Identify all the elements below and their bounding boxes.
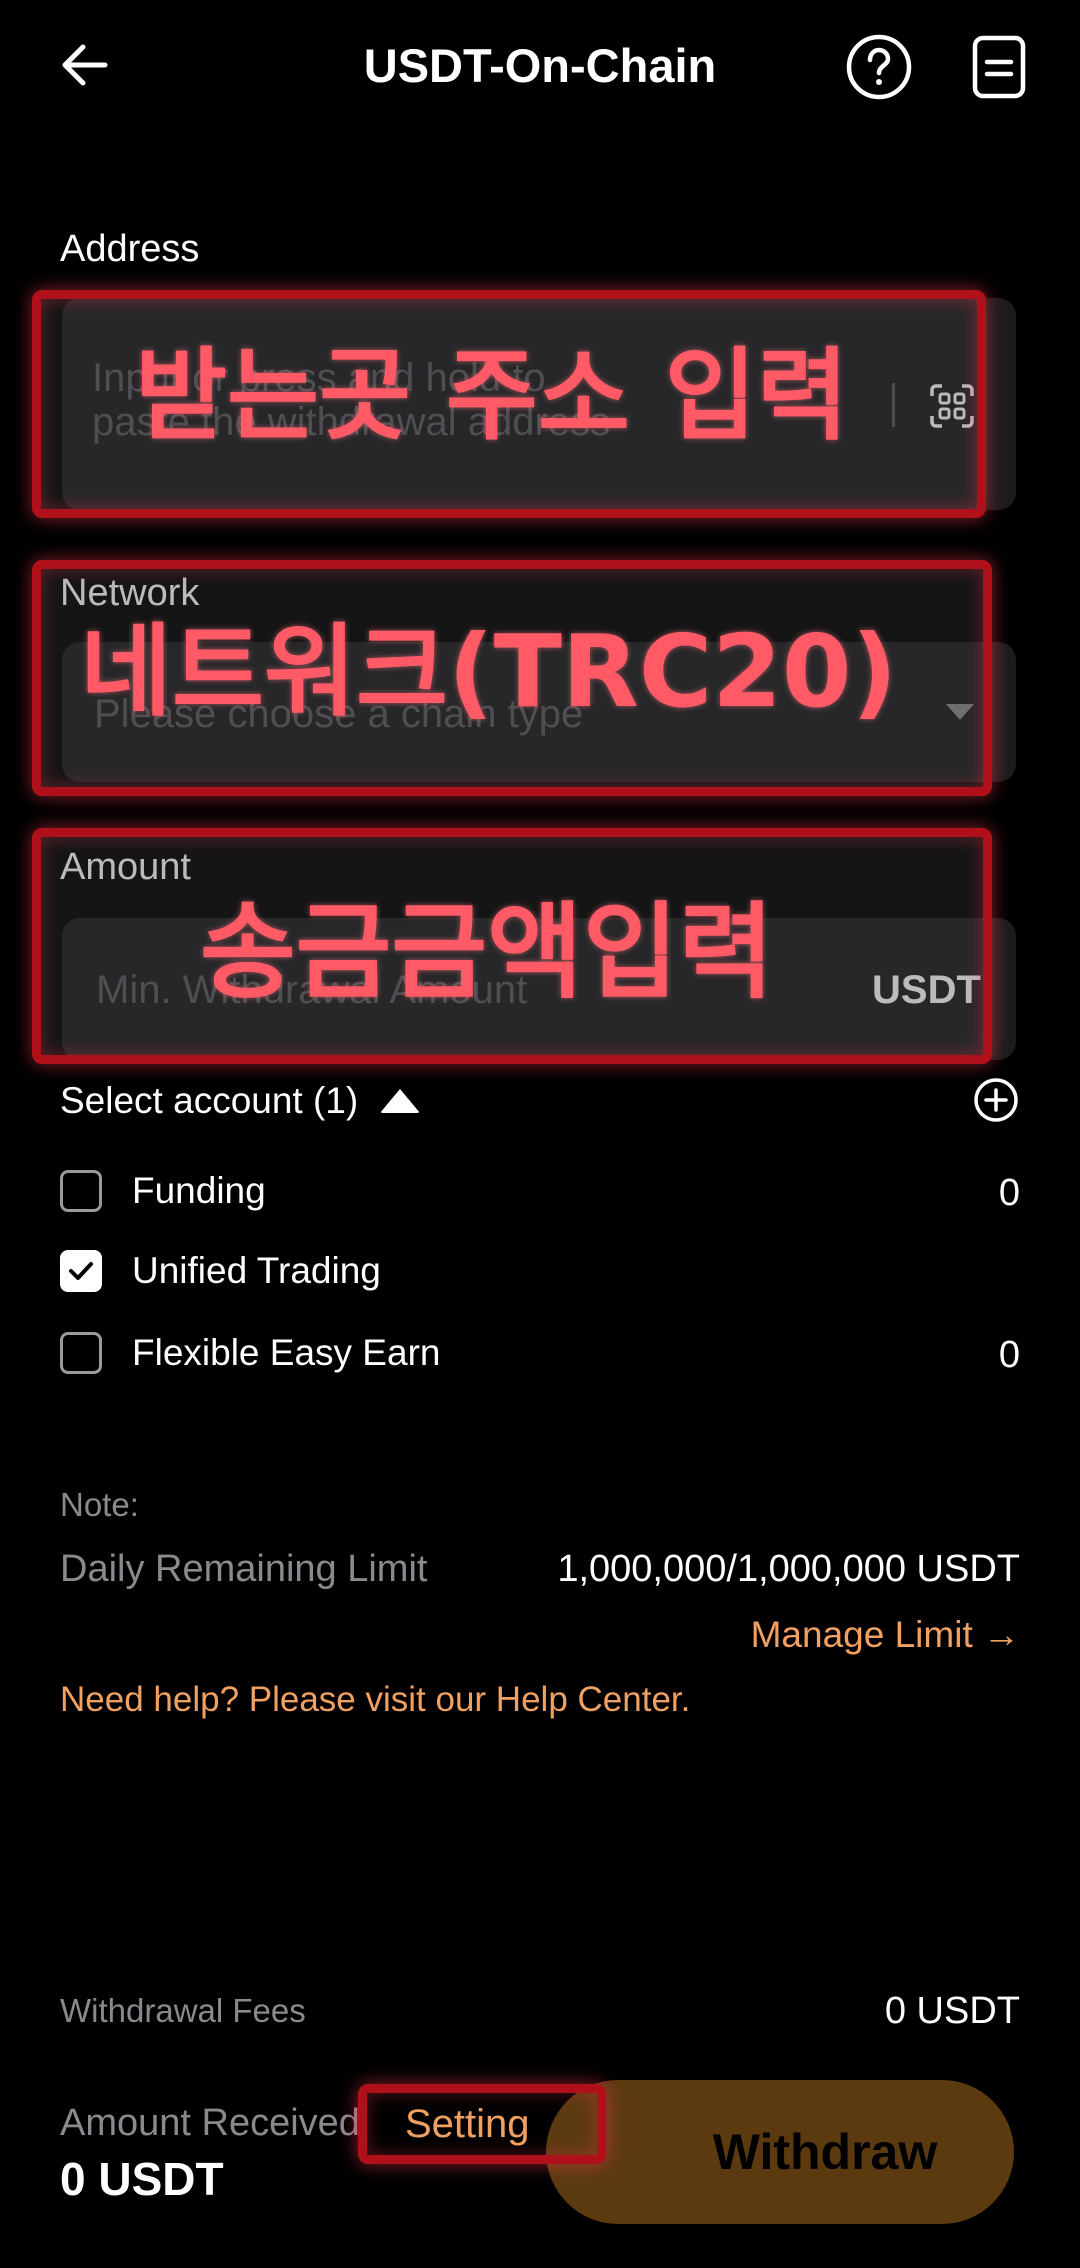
address-annotation-text: 받는곳 주소 입력: [135, 337, 849, 454]
withdrawal-fees-value: 0 USDT: [884, 1990, 1020, 2032]
flexible-easy-earn-label: Flexible Easy Earn: [132, 1332, 441, 1373]
network-annotation-text: 네트워크(TRC20): [80, 613, 898, 730]
question-circle-icon[interactable]: [844, 32, 914, 102]
add-account-icon[interactable]: [970, 1074, 1022, 1126]
account-row-unified-trading[interactable]: Unified Trading: [60, 1248, 1020, 1298]
withdrawal-fees-label: Withdrawal Fees: [60, 1992, 306, 2029]
flexible-easy-earn-checkbox[interactable]: [60, 1332, 102, 1374]
amount-annotation-text: 송금금액입력: [200, 891, 775, 1013]
checkmark-icon: [69, 1262, 93, 1280]
unified-trading-checkbox[interactable]: [60, 1250, 102, 1292]
daily-limit-value: 1,000,000/1,000,000 USDT: [557, 1548, 1020, 1590]
select-account-header[interactable]: Select account (1): [60, 1080, 421, 1122]
amount-received-label: Amount Received: [60, 2102, 360, 2144]
page-title: USDT-On-Chain: [363, 39, 717, 92]
document-icon[interactable]: [964, 32, 1034, 102]
funding-balance: 0: [998, 1172, 1020, 1214]
funding-checkbox[interactable]: [60, 1170, 102, 1212]
withdraw-button-label: Withdraw: [712, 2124, 938, 2180]
flexible-easy-earn-balance: 0: [998, 1334, 1020, 1376]
account-row-funding[interactable]: Funding 0: [60, 1168, 1020, 1218]
daily-limit-label: Daily Remaining Limit: [60, 1548, 428, 1590]
help-center-link[interactable]: Need help? Please visit our Help Center.: [60, 1680, 690, 1720]
caret-up-icon: [380, 1089, 421, 1113]
funding-label: Funding: [132, 1170, 266, 1211]
amount-received-value: 0 USDT: [60, 2153, 224, 2205]
address-label: Address: [60, 228, 200, 270]
unified-trading-label: Unified Trading: [132, 1250, 381, 1291]
setting-link[interactable]: Setting: [405, 2102, 530, 2147]
note-label: Note:: [60, 1486, 139, 1523]
select-account-label: Select account (1): [60, 1080, 359, 1121]
manage-limit-link[interactable]: Manage Limit →: [751, 1614, 1020, 1656]
account-row-flexible-easy-earn[interactable]: Flexible Easy Earn 0: [60, 1330, 1020, 1380]
withdraw-button[interactable]: Withdraw: [546, 2080, 1014, 2224]
